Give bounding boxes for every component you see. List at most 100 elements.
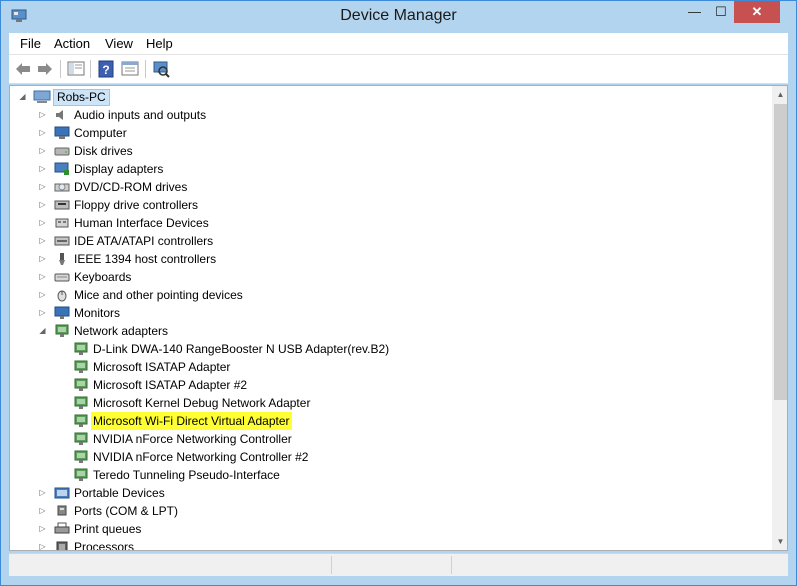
category-label: Portable Devices <box>74 486 165 500</box>
close-button[interactable]: ✕ <box>734 1 780 23</box>
window-title: Device Manager <box>340 7 457 24</box>
device-manager-window: Device Manager — ☐ ✕ File Action View He… <box>0 0 797 586</box>
category-label: Audio inputs and outputs <box>74 108 207 122</box>
menu-view[interactable]: View <box>105 36 133 51</box>
expand-arrow-icon[interactable]: ▷ <box>38 484 47 502</box>
category-label: Keyboards <box>74 270 132 284</box>
processor-icon <box>54 540 70 550</box>
display-adapter-icon <box>54 162 70 176</box>
scroll-down-arrow-icon[interactable]: ▼ <box>772 533 787 550</box>
port-icon <box>54 504 70 518</box>
network-adapter-icon <box>73 414 89 428</box>
network-adapter-icon <box>73 378 89 392</box>
ieee1394-icon <box>54 252 70 266</box>
expand-arrow-icon[interactable]: ▷ <box>38 286 47 304</box>
network-adapter-icon <box>73 360 89 374</box>
expand-arrow-icon[interactable]: ▷ <box>38 106 47 124</box>
minimize-button[interactable]: — <box>681 1 708 23</box>
monitor-icon <box>54 306 70 320</box>
console-tree-icon[interactable] <box>67 60 85 78</box>
adapter-label: Microsoft Wi-Fi Direct Virtual Adapter <box>91 412 292 430</box>
status-segment <box>451 556 572 574</box>
speaker-icon <box>54 108 70 122</box>
adapter-label: D-Link DWA-140 RangeBooster N USB Adapte… <box>93 342 390 356</box>
printer-icon <box>54 522 70 536</box>
category-label: DVD/CD-ROM drives <box>74 180 188 194</box>
category-label: Network adapters <box>74 324 169 338</box>
properties-icon[interactable] <box>121 60 139 78</box>
category-label: Display adapters <box>74 162 164 176</box>
status-segment <box>331 556 452 574</box>
network-adapter-icon <box>73 468 89 482</box>
collapse-arrow-icon[interactable]: ◢ <box>18 88 27 106</box>
menu-bar: File Action View Help <box>9 33 788 54</box>
toolbar-separator <box>60 60 61 78</box>
category-label: IEEE 1394 host controllers <box>74 252 217 266</box>
adapter-label: Microsoft ISATAP Adapter #2 <box>93 378 248 392</box>
device-tree[interactable]: ◢ Robs-PC ▷ Audio inputs and outputs ▷ Comp… <box>9 85 788 551</box>
toolbar-separator <box>145 60 146 78</box>
help-icon[interactable]: ? <box>97 60 115 78</box>
category-label: Monitors <box>74 306 121 320</box>
adapter-label: Microsoft Kernel Debug Network Adapter <box>93 396 311 410</box>
ide-controller-icon <box>54 234 70 248</box>
expand-arrow-icon[interactable]: ▷ <box>38 304 47 322</box>
expand-arrow-icon[interactable]: ▷ <box>38 142 47 160</box>
network-adapter-icon <box>73 396 89 410</box>
collapse-arrow-icon[interactable]: ◢ <box>38 322 47 340</box>
expand-arrow-icon[interactable]: ▷ <box>38 520 47 538</box>
category-label: Floppy drive controllers <box>74 198 199 212</box>
expand-arrow-icon[interactable]: ▷ <box>38 502 47 520</box>
keyboard-icon <box>54 270 70 284</box>
hid-icon <box>54 216 70 230</box>
title-bar[interactable]: Device Manager — ☐ ✕ <box>1 1 796 33</box>
computer-icon <box>33 90 51 104</box>
category-label: Computer <box>74 126 127 140</box>
scroll-up-arrow-icon[interactable]: ▲ <box>772 86 787 103</box>
expand-arrow-icon[interactable]: ▷ <box>38 196 47 214</box>
category-label: IDE ATA/ATAPI controllers <box>74 234 214 248</box>
dvd-drive-icon <box>54 180 70 194</box>
root-label: Robs-PC <box>53 89 110 106</box>
expand-arrow-icon[interactable]: ▷ <box>38 538 47 550</box>
category-label: Print queues <box>74 522 142 536</box>
expand-arrow-icon[interactable]: ▷ <box>38 178 47 196</box>
computer-icon <box>54 126 70 140</box>
vertical-scrollbar[interactable]: ▲ ▼ <box>772 86 787 550</box>
category-label: Ports (COM & LPT) <box>74 504 179 518</box>
category-label: Mice and other pointing devices <box>74 288 243 302</box>
adapter-label: Microsoft ISATAP Adapter <box>93 360 231 374</box>
menu-help[interactable]: Help <box>146 36 173 51</box>
mouse-icon <box>54 288 70 302</box>
menu-file[interactable]: File <box>20 36 41 51</box>
disk-drive-icon <box>54 144 70 158</box>
expand-arrow-icon[interactable]: ▷ <box>38 124 47 142</box>
scan-hardware-icon[interactable] <box>152 60 170 78</box>
expand-arrow-icon[interactable]: ▷ <box>38 214 47 232</box>
back-arrow-icon[interactable] <box>14 60 32 78</box>
category-label: Processors <box>74 540 135 551</box>
menu-action[interactable]: Action <box>54 36 90 51</box>
status-bar <box>9 553 788 576</box>
expand-arrow-icon[interactable]: ▷ <box>38 160 47 178</box>
portable-device-icon <box>54 486 70 500</box>
expand-arrow-icon[interactable]: ▷ <box>38 232 47 250</box>
category-label: Human Interface Devices <box>74 216 209 230</box>
network-adapter-icon <box>73 450 89 464</box>
expand-arrow-icon[interactable]: ▷ <box>38 268 47 286</box>
forward-arrow-icon[interactable] <box>36 60 54 78</box>
floppy-controller-icon <box>54 198 70 212</box>
toolbar-separator <box>90 60 91 78</box>
network-adapter-icon <box>54 324 70 338</box>
adapter-label: Teredo Tunneling Pseudo-Interface <box>93 468 280 482</box>
category-label: Disk drives <box>74 144 133 158</box>
toolbar: ? <box>9 54 788 84</box>
expand-arrow-icon[interactable]: ▷ <box>38 250 47 268</box>
adapter-label: NVIDIA nForce Networking Controller #2 <box>93 450 309 464</box>
svg-text:?: ? <box>102 63 109 77</box>
scroll-thumb[interactable] <box>774 104 787 400</box>
network-adapter-icon <box>73 342 89 356</box>
adapter-label: NVIDIA nForce Networking Controller <box>93 432 292 446</box>
network-adapter-icon <box>73 432 89 446</box>
maximize-button[interactable]: ☐ <box>708 1 734 23</box>
